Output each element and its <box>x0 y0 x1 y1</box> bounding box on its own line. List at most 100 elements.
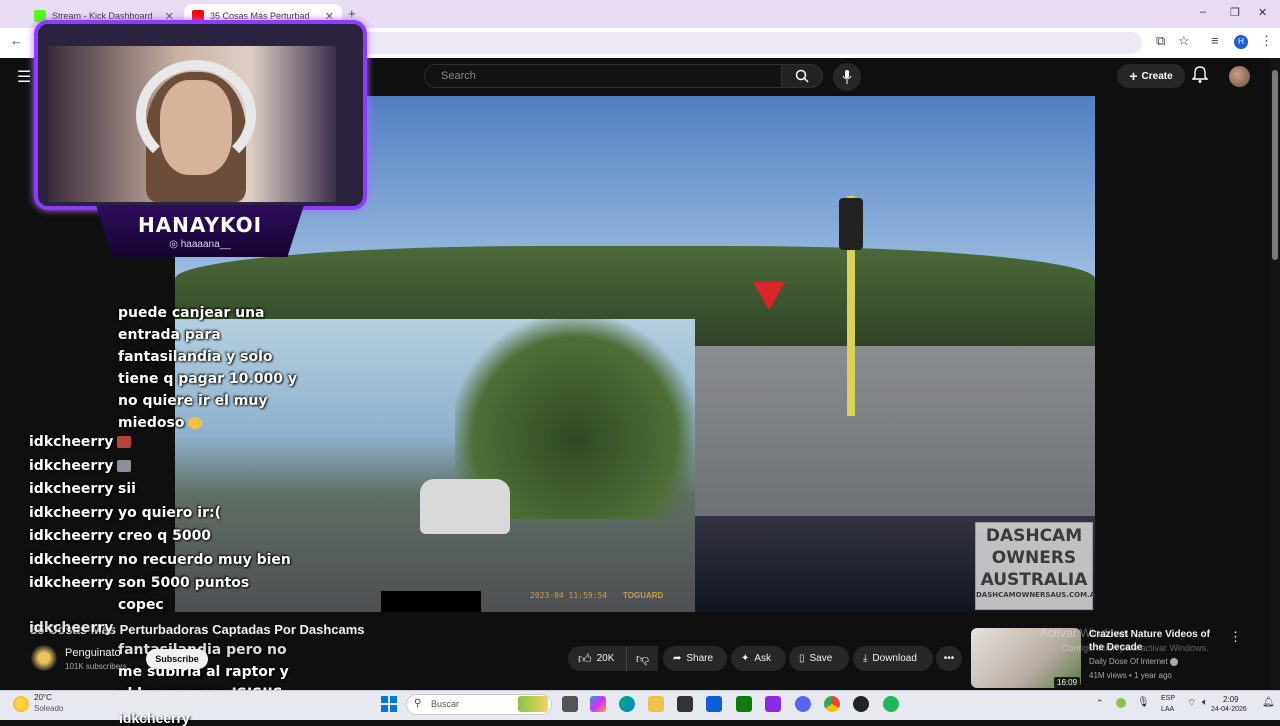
watermark-line1: DASHCAM <box>985 526 1083 546</box>
search-highlight-icon[interactable] <box>518 696 548 712</box>
streamer-name: HANAYKOI <box>137 213 263 237</box>
close-window-icon[interactable]: ✕ <box>1258 6 1267 19</box>
subscribe-button[interactable]: Subscribe <box>146 649 208 669</box>
wifi-icon[interactable]: ⌔ <box>1187 697 1196 710</box>
instagram-handle: haaaana__ <box>180 239 231 250</box>
app-icon[interactable] <box>765 696 781 712</box>
dashcam-brand: TOGUARD <box>623 591 664 600</box>
chat-message-block: puede canjear una entrada para fantasila… <box>118 302 297 434</box>
dashcam-owners-watermark: DASHCAM OWNERS AUSTRALIA DASHCAMOWNERSAU… <box>975 522 1095 610</box>
chrome-icon[interactable] <box>824 696 840 712</box>
search-input[interactable]: Search <box>424 64 782 88</box>
recommended-duration: 16:09 <box>1054 677 1081 688</box>
share-icon: ➦ <box>673 653 682 664</box>
download-button[interactable]: ⤓ Download <box>853 646 933 671</box>
create-label: Create <box>1141 70 1173 82</box>
windows-start-icon[interactable] <box>381 696 397 712</box>
chat-line: idkcheerry <box>29 434 132 450</box>
chat-username: idkcheerry <box>29 552 114 568</box>
tray-overflow-icon[interactable]: ⌃ <box>1096 698 1104 709</box>
chat-username: idkcheerry <box>29 458 114 474</box>
chat-username: idkcheerry <box>119 710 190 726</box>
more-menu-icon[interactable]: ⋮ <box>1260 33 1273 49</box>
chat-line: idkcheerry <box>29 575 113 591</box>
voice-search-button[interactable] <box>833 63 861 91</box>
webcam-feed <box>48 46 336 202</box>
install-app-icon[interactable]: ⧉ <box>1156 33 1165 49</box>
volume-icon[interactable]: 🔈︎ <box>1202 697 1208 708</box>
notifications-bell-icon[interactable] <box>1191 66 1209 89</box>
more-horizontal-icon: ••• <box>943 653 955 664</box>
new-tab-icon[interactable]: + <box>348 6 356 21</box>
mail-icon[interactable] <box>706 696 722 712</box>
chat-username: idkcheerry <box>29 505 114 521</box>
recommended-meta: 41M views • 1 year ago <box>1089 671 1172 680</box>
thumbs-up-icon: 👍︎ <box>578 650 592 666</box>
profile-icon[interactable]: H <box>1234 35 1248 49</box>
recommended-title[interactable]: Craziest Nature Videos of the Decade <box>1089 628 1224 654</box>
share-button[interactable]: ➦ Share <box>663 646 727 671</box>
recommended-menu-icon[interactable]: ⋮ <box>1229 629 1242 645</box>
download-label: Download <box>872 653 917 664</box>
like-count: 20K <box>596 653 615 664</box>
chat-line: idkcheerry <box>29 552 113 568</box>
ask-label: Ask <box>754 653 772 664</box>
dislike-button[interactable]: 👎︎ <box>626 646 658 671</box>
edge-icon[interactable] <box>619 696 635 712</box>
streamer-instagram: ◎ haaaana__ <box>96 239 304 250</box>
emote-icon <box>117 460 132 472</box>
notification-center-icon[interactable]: 🔔︎ <box>1262 697 1275 708</box>
microphone-icon <box>842 70 852 84</box>
chat-text: no quiere ir el muy <box>118 393 268 409</box>
chat-username: idkcheerry <box>29 620 114 636</box>
bookmark-star-icon[interactable]: ☆ <box>1178 33 1190 49</box>
search-icon <box>795 69 809 83</box>
clock-time[interactable]: 2:09 <box>1223 695 1239 704</box>
search-button[interactable] <box>781 64 823 88</box>
create-button[interactable]: + Create <box>1117 64 1185 88</box>
sparkle-icon: ✦ <box>741 653 750 664</box>
copilot-icon[interactable] <box>590 696 606 712</box>
tray-mic-icon[interactable]: 🎙︎ <box>1137 697 1150 708</box>
xbox-icon[interactable] <box>736 696 752 712</box>
yield-sign <box>753 282 785 310</box>
spotify-icon[interactable] <box>883 696 899 712</box>
recommended-channel[interactable]: Daily Dose Of Internet <box>1089 657 1178 666</box>
chat-text: miedoso <box>118 412 297 434</box>
file-explorer-icon[interactable] <box>648 696 664 712</box>
chat-username: idkcheerry <box>29 528 114 544</box>
restore-icon[interactable]: ❐ <box>1230 6 1240 19</box>
reading-list-icon[interactable]: ≡ <box>1211 33 1219 48</box>
channel-avatar[interactable] <box>31 645 57 671</box>
plus-icon: + <box>1129 68 1138 84</box>
chat-line: idkcheerry <box>29 505 113 521</box>
hamburger-menu-icon[interactable]: ☰ <box>17 67 31 87</box>
store-icon[interactable] <box>677 696 693 712</box>
task-view-icon[interactable] <box>562 696 578 712</box>
user-avatar[interactable] <box>1229 66 1250 87</box>
channel-name[interactable]: Penguinato <box>65 647 121 659</box>
chat-username: idkcheerry <box>29 434 114 450</box>
tray-app-icon[interactable] <box>1116 698 1126 708</box>
clock-date[interactable]: 24-04-2026 <box>1211 706 1247 713</box>
verified-icon <box>1169 657 1178 666</box>
back-icon[interactable]: ← <box>10 33 23 48</box>
bookmark-icon: ▯ <box>799 653 805 664</box>
emote-icon <box>117 436 132 448</box>
save-button[interactable]: ▯ Save <box>789 646 849 671</box>
discord-icon[interactable] <box>795 696 811 712</box>
more-actions-button[interactable]: ••• <box>936 646 962 671</box>
chat-text: fantasilandia y solo <box>118 349 273 365</box>
scrollbar-thumb[interactable] <box>1272 70 1278 260</box>
weather-sun-icon[interactable] <box>13 696 29 712</box>
windows-taskbar <box>0 690 1280 720</box>
obs-icon[interactable] <box>853 696 869 712</box>
download-icon: ⤓ <box>863 653 868 664</box>
thumbs-down-icon: 👎︎ <box>635 650 650 666</box>
watermark-line2: OWNERS <box>991 548 1077 568</box>
keyboard-layout[interactable]: LAA <box>1161 706 1174 713</box>
ask-button[interactable]: ✦ Ask <box>731 646 786 671</box>
language-indicator[interactable]: ESP <box>1161 695 1175 702</box>
minimize-icon[interactable]: – <box>1200 6 1206 18</box>
save-label: Save <box>809 653 833 664</box>
